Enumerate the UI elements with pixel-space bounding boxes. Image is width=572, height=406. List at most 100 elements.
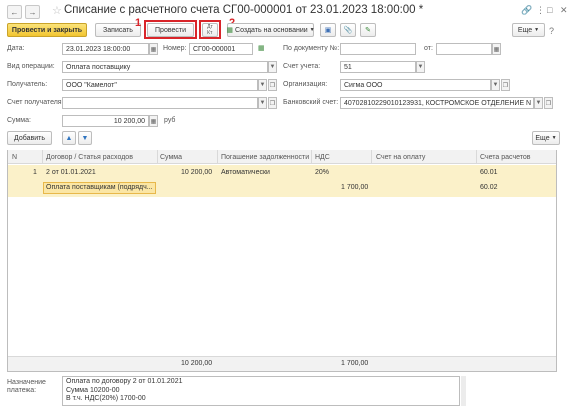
chevron-down-icon: ▼ [309,27,315,33]
move-up-button[interactable]: ▲ [62,131,76,145]
sum-cell[interactable]: 10 200,00 [181,169,212,176]
column-divider [42,150,43,164]
bank-account-label: Банковский счет: [283,99,339,106]
maximize-icon[interactable]: □ [547,5,552,15]
contract-cell[interactable]: 2 от 01.01.2021 [46,169,96,176]
currency-label: руб [164,117,176,124]
recipient-label: Получатель: [7,81,48,88]
footer-sum: 10 200,00 [181,360,213,367]
organization-label: Организация: [283,81,328,88]
account-cell-2[interactable]: 60.02 [480,184,498,191]
account-cell-1[interactable]: 60.01 [480,169,498,176]
chevron-down-icon: ▼ [534,27,540,33]
highlight-box-1 [144,20,197,39]
favorite-star-icon[interactable]: ☆ [52,4,62,17]
pencil-icon: ✎ [365,27,371,34]
column-header-invoice[interactable]: Счет на оплату [376,151,425,164]
organization-field[interactable]: Сигма ООО [340,79,491,91]
vat-sum-cell[interactable]: 1 700,00 [341,184,368,191]
chevron-down-icon[interactable]: ▼ [491,79,500,91]
calendar-icon[interactable]: ▦ [149,43,158,55]
column-divider [217,150,218,164]
recipient-account-label: Счет получателя: [7,99,64,106]
paperclip-icon: 📎 [343,27,353,34]
account-label: Счет учета: [283,63,321,70]
date-field[interactable]: 23.01.2023 18:00:00 [62,43,149,55]
from-date-field[interactable] [436,43,492,55]
payment-purpose-line: В т.ч. НДС(20%) 1700-00 [66,395,146,402]
row-number: 1 [33,169,37,176]
open-icon[interactable]: ❐ [501,79,510,91]
number-label: Номер: [163,45,187,52]
repayment-cell[interactable]: Автоматически [221,169,270,176]
column-divider [371,150,372,164]
more-button[interactable]: Еще ▼ [512,23,545,37]
attach-button[interactable]: 📎 [340,23,356,37]
operation-type-select[interactable]: Оплата поставщику [62,61,268,73]
payment-purpose-textarea[interactable]: Оплата по договору 2 от 01.01.2021 Сумма… [62,376,460,406]
move-down-button[interactable]: ▼ [78,131,92,145]
arrow-up-icon: ▲ [65,134,73,142]
payment-purpose-label-2: платежа: [7,387,37,394]
close-icon[interactable]: ✕ [560,5,568,16]
create-based-on-button[interactable]: ▦ Создать на основании ▼ [226,23,315,37]
number-edit-icon[interactable]: ▦ [258,44,265,52]
table-more-button[interactable]: Еще ▼ [532,131,560,145]
arrow-down-icon: ▼ [81,134,89,142]
bank-account-field[interactable]: 40702810229010123931, КОСТРОМСКОЕ ОТДЕЛЕ… [340,97,534,109]
chevron-down-icon[interactable]: ▼ [416,61,425,73]
recipient-field[interactable]: ООО "Камелот" [62,79,258,91]
callout-1: 1 [135,17,142,29]
highlight-box-2 [199,20,221,39]
page-title: Списание с расчетного счета СГ00-000001 … [64,4,424,16]
column-header-n[interactable]: N [12,151,17,164]
chevron-down-icon[interactable]: ▼ [534,97,543,109]
open-icon[interactable]: ❐ [268,79,277,91]
chevron-down-icon[interactable]: ▼ [258,79,267,91]
menu-dots-icon[interactable]: ⋮ [536,5,545,16]
structure-button[interactable]: ▣ [320,23,336,37]
column-header-vat[interactable]: НДС [315,151,330,164]
column-header-sum[interactable]: Сумма [160,151,182,164]
link-icon[interactable]: 🔗 [521,5,532,16]
expense-item-cell[interactable]: Оплата поставщикам (подрядч... [43,182,156,194]
footer-vat: 1 700,00 [341,360,369,367]
operation-type-label: Вид операции: [7,63,55,70]
open-icon[interactable]: ❐ [268,97,277,109]
sum-field[interactable]: 10 200,00 [62,115,149,127]
column-header-contract[interactable]: Договор / Статья расходов [46,151,133,164]
date-label: Дата: [7,45,25,52]
doc-number-field[interactable] [340,43,416,55]
recipient-account-field[interactable] [62,97,258,109]
structure-icon: ▣ [324,27,332,34]
arrow-right-icon: → [28,7,37,17]
back-button[interactable]: ← [7,5,22,19]
arrow-left-icon: ← [10,7,19,17]
table-footer [8,356,556,371]
column-header-repayment[interactable]: Погашение задолженности [221,151,309,164]
textarea-scrollbar[interactable] [461,376,466,406]
vat-rate-cell[interactable]: 20% [315,169,329,176]
calendar-icon[interactable]: ▦ [492,43,501,55]
column-divider [157,150,158,164]
chevron-down-icon[interactable]: ▼ [258,97,267,109]
payment-purpose-label-1: Назначение [7,379,46,386]
chevron-down-icon[interactable]: ▼ [268,61,277,73]
payment-purpose-line: Оплата по договору 2 от 01.01.2021 [66,378,183,385]
add-row-button[interactable]: Добавить [7,131,52,145]
sum-label: Сумма: [7,117,31,124]
column-divider [476,150,477,164]
edit-button[interactable]: ✎ [360,23,376,37]
calculator-icon[interactable]: ▦ [149,115,158,127]
chevron-down-icon: ▼ [551,135,557,141]
column-divider [311,150,312,164]
forward-button[interactable]: → [25,5,40,19]
account-field[interactable]: 51 [340,61,416,73]
create-based-on-icon: ▦ [226,27,234,34]
number-field[interactable]: СГ00-000001 [189,43,253,55]
doc-number-label: По документу №: [283,45,340,52]
post-and-close-button[interactable]: Провести и закрыть [7,23,87,37]
column-header-accounts[interactable]: Счета расчетов [480,151,531,164]
open-icon[interactable]: ❐ [544,97,553,109]
help-icon[interactable]: ? [549,26,554,36]
